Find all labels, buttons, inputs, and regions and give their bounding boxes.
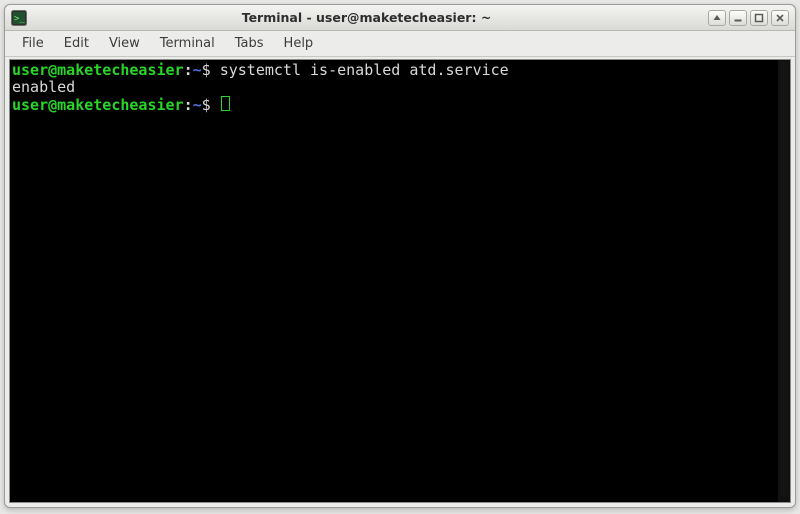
prompt-path: ~ [193,96,202,114]
menu-tabs[interactable]: Tabs [226,33,273,54]
titlebar[interactable]: >_ Terminal - user@maketecheasier: ~ [5,5,795,31]
scrollbar-thumb[interactable] [780,62,788,495]
svg-text:>_: >_ [14,14,25,24]
menubar: File Edit View Terminal Tabs Help [5,31,795,57]
close-button[interactable] [771,10,789,26]
menu-help[interactable]: Help [275,33,323,54]
window-buttons [708,10,789,26]
maximize-icon [754,13,764,23]
prompt-sigil: $ [202,96,211,114]
menu-edit[interactable]: Edit [55,33,98,54]
terminal-scrollbar[interactable] [778,60,790,502]
menu-file[interactable]: File [13,33,53,54]
minimize-button[interactable] [729,10,747,26]
prompt-path: ~ [193,61,202,79]
terminal-cursor [221,96,230,111]
command-text: systemctl is-enabled atd.service [220,61,509,79]
terminal-line-2: enabled [12,79,788,96]
command-output: enabled [12,78,75,96]
prompt-sigil: $ [202,61,211,79]
maximize-button[interactable] [750,10,768,26]
terminal-line-1: user@maketecheasier:~$ systemctl is-enab… [12,62,788,79]
prompt-sep: : [184,61,193,79]
minimize-icon [733,13,743,23]
close-icon [775,13,785,23]
menu-terminal[interactable]: Terminal [151,33,224,54]
prompt-userhost: user@maketecheasier [12,96,184,114]
terminal-viewport[interactable]: user@maketecheasier:~$ systemctl is-enab… [9,59,791,503]
prompt-sep: : [184,96,193,114]
scroll-up-button[interactable] [708,10,726,26]
terminal-line-3: user@maketecheasier:~$ [12,96,788,114]
prompt-userhost: user@maketecheasier [12,61,184,79]
window-title: Terminal - user@maketecheasier: ~ [25,10,708,25]
terminal-window: >_ Terminal - user@maketecheasier: ~ [4,4,796,508]
menu-view[interactable]: View [100,33,149,54]
arrow-up-icon [712,13,722,23]
